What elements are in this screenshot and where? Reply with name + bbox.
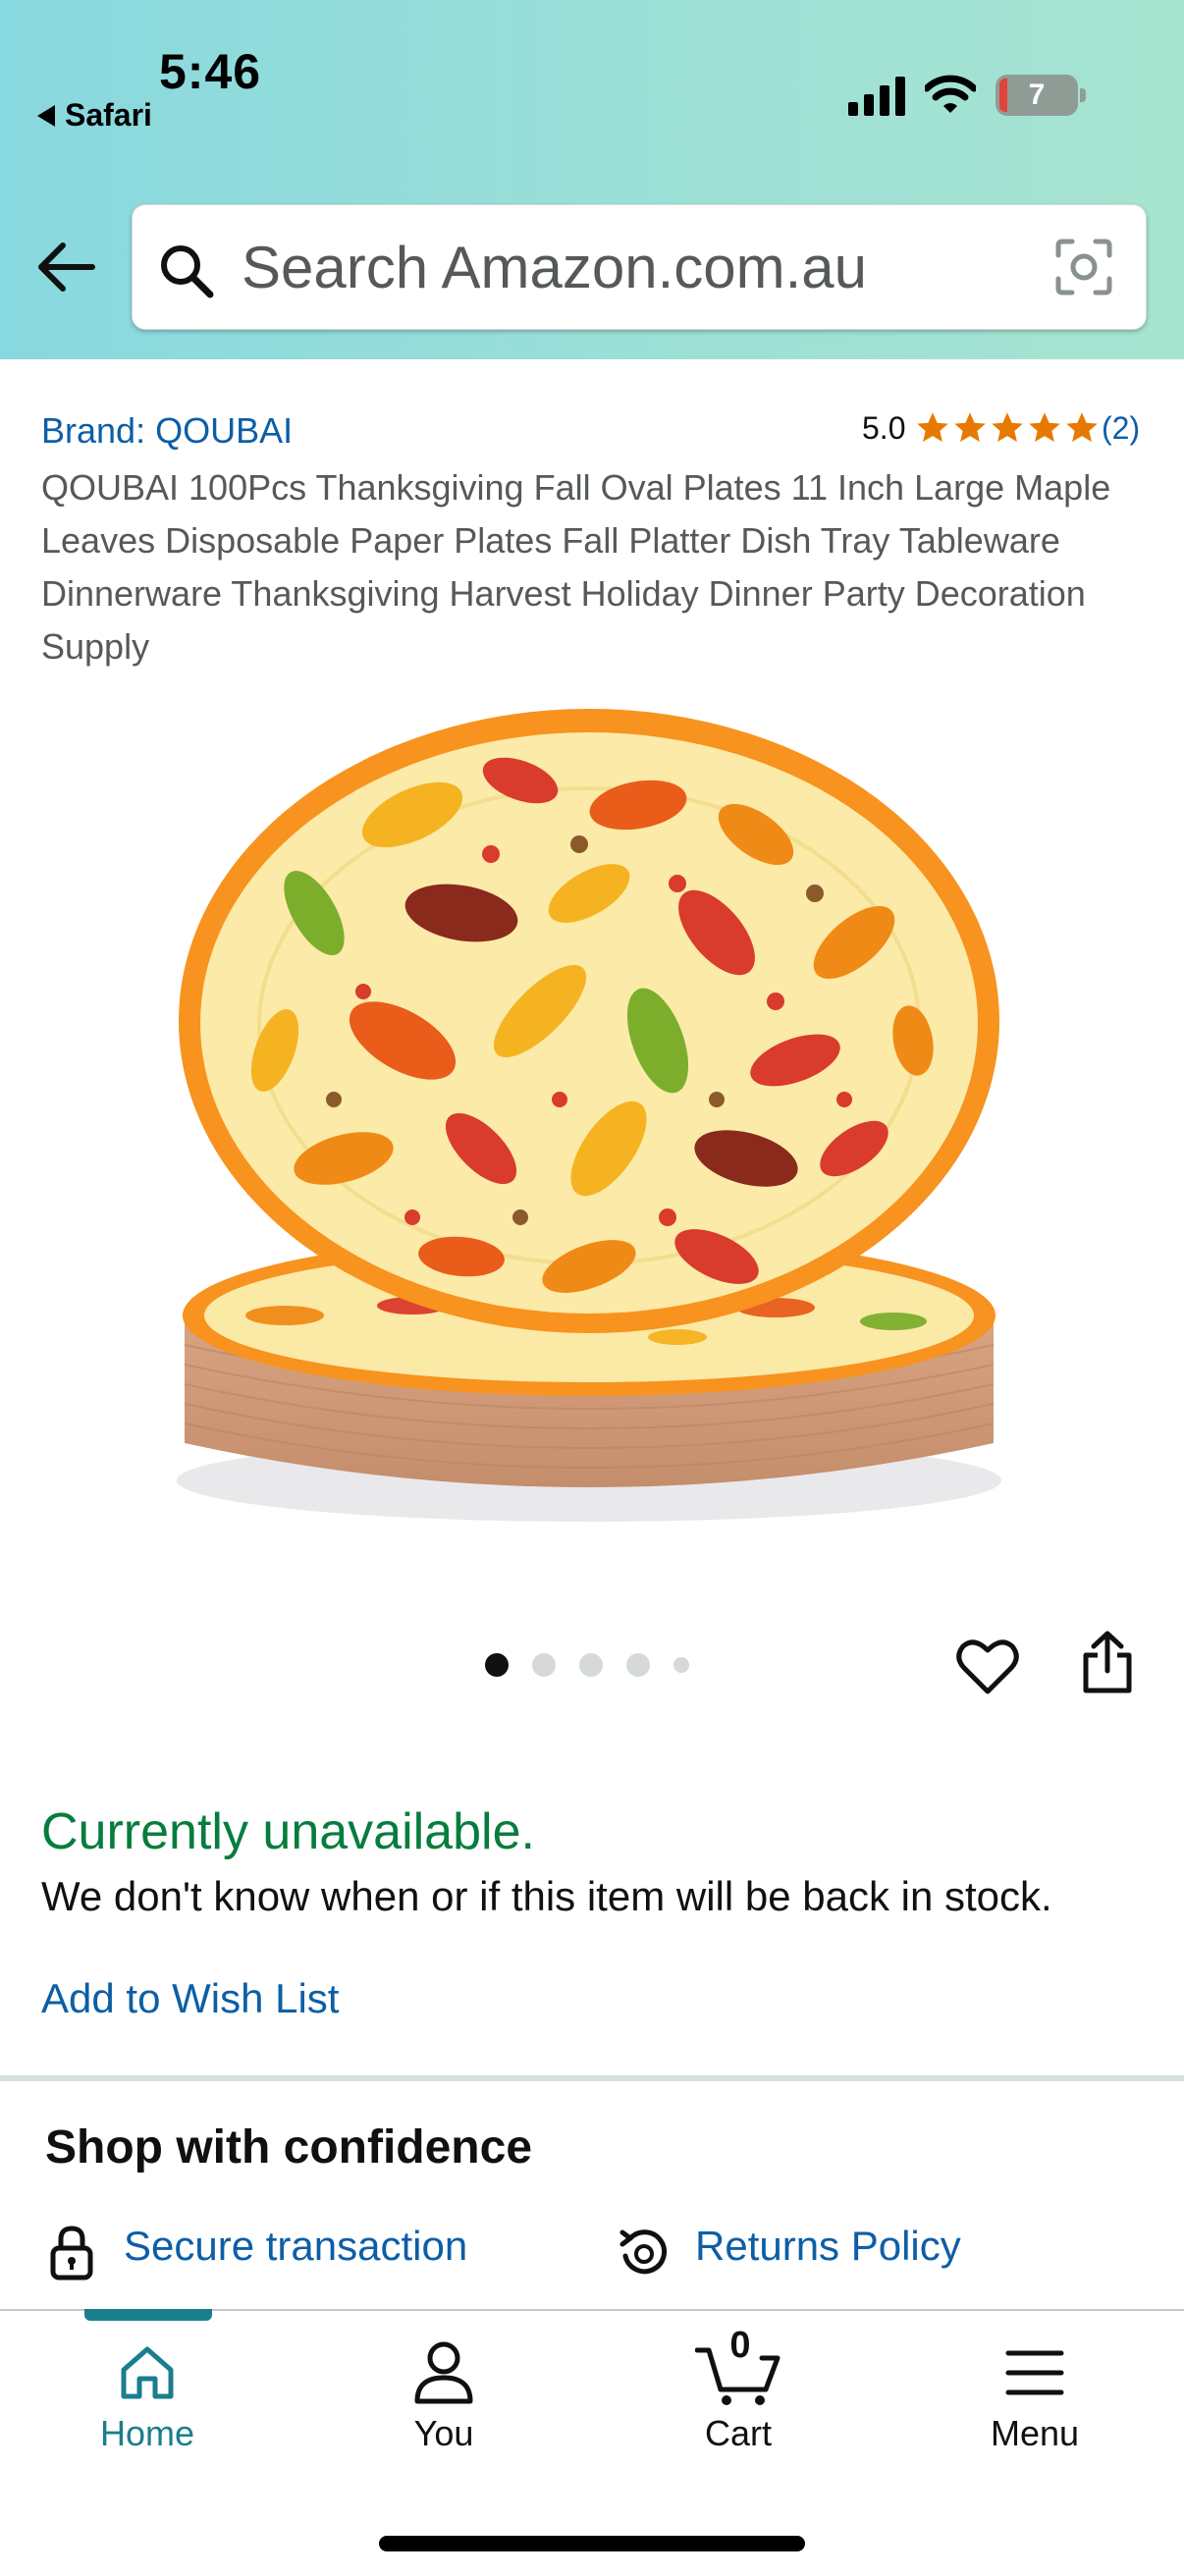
back-to-app[interactable]: Safari bbox=[37, 97, 152, 134]
product-title: QOUBAI 100Pcs Thanksgiving Fall Oval Pla… bbox=[41, 467, 1111, 667]
rating-stars[interactable] bbox=[915, 410, 1100, 446]
cart-count: 0 bbox=[729, 2325, 751, 2366]
gallery-dot[interactable] bbox=[532, 1653, 556, 1677]
battery-percent: 7 bbox=[1028, 79, 1046, 111]
search-placeholder: Search Amazon.com.au bbox=[242, 235, 868, 300]
star-icon bbox=[954, 412, 986, 442]
signal-icon bbox=[848, 77, 905, 116]
brand-link[interactable]: Brand: QOUBAI bbox=[41, 410, 293, 452]
availability-message: We don't know when or if this item will … bbox=[41, 1873, 1052, 1919]
gallery-dot[interactable] bbox=[673, 1657, 689, 1673]
section-divider bbox=[0, 2075, 1184, 2081]
back-app-label: Safari bbox=[65, 97, 152, 133]
search-icon bbox=[161, 245, 214, 298]
rating-value: 5.0 bbox=[862, 410, 906, 446]
star-icon bbox=[917, 412, 948, 442]
star-icon bbox=[992, 412, 1023, 442]
product-image[interactable] bbox=[167, 687, 1021, 1541]
nav-cart-label: Cart bbox=[704, 2413, 772, 2453]
nav-you[interactable]: You bbox=[296, 2311, 591, 2507]
nav-active-indicator bbox=[84, 2309, 212, 2321]
gallery-dot[interactable] bbox=[485, 1653, 509, 1677]
nav-home-label: Home bbox=[99, 2413, 195, 2453]
confidence-heading: Shop with confidence bbox=[45, 2121, 533, 2174]
gallery-pagination[interactable] bbox=[485, 1653, 689, 1677]
add-to-wish-list-link[interactable]: Add to Wish List bbox=[41, 1975, 339, 2022]
gallery-dot[interactable] bbox=[579, 1653, 603, 1677]
nav-menu-label: Menu bbox=[990, 2413, 1080, 2453]
star-icon bbox=[1029, 412, 1060, 442]
availability-status: Currently unavailable. bbox=[41, 1803, 535, 1860]
nav-home[interactable]: Home bbox=[0, 2311, 295, 2507]
star-icon bbox=[1066, 412, 1098, 442]
back-triangle-icon bbox=[37, 104, 55, 127]
returns-policy-link[interactable]: Returns Policy bbox=[695, 2223, 961, 2270]
home-icon bbox=[121, 2346, 174, 2399]
heart-icon[interactable] bbox=[956, 1637, 1019, 1696]
wifi-icon bbox=[925, 75, 976, 113]
share-icon[interactable] bbox=[1080, 1630, 1135, 1694]
rating-count-link[interactable]: (2) bbox=[1102, 410, 1140, 447]
home-indicator bbox=[379, 2536, 805, 2551]
gallery-dot[interactable] bbox=[626, 1653, 650, 1677]
nav-cart[interactable]: 0 Cart bbox=[591, 2311, 886, 2507]
person-icon bbox=[414, 2341, 473, 2404]
returns-icon bbox=[619, 2229, 668, 2275]
back-arrow-icon[interactable] bbox=[35, 240, 96, 295]
nav-you-label: You bbox=[413, 2413, 474, 2453]
status-time: 5:46 bbox=[159, 44, 262, 99]
camera-search-icon[interactable] bbox=[1054, 238, 1113, 296]
lock-icon bbox=[50, 2226, 93, 2281]
secure-transaction-link[interactable]: Secure transaction bbox=[124, 2223, 467, 2270]
menu-icon bbox=[1005, 2350, 1064, 2395]
nav-menu[interactable]: Menu bbox=[888, 2311, 1182, 2507]
battery-tip bbox=[1080, 88, 1086, 102]
